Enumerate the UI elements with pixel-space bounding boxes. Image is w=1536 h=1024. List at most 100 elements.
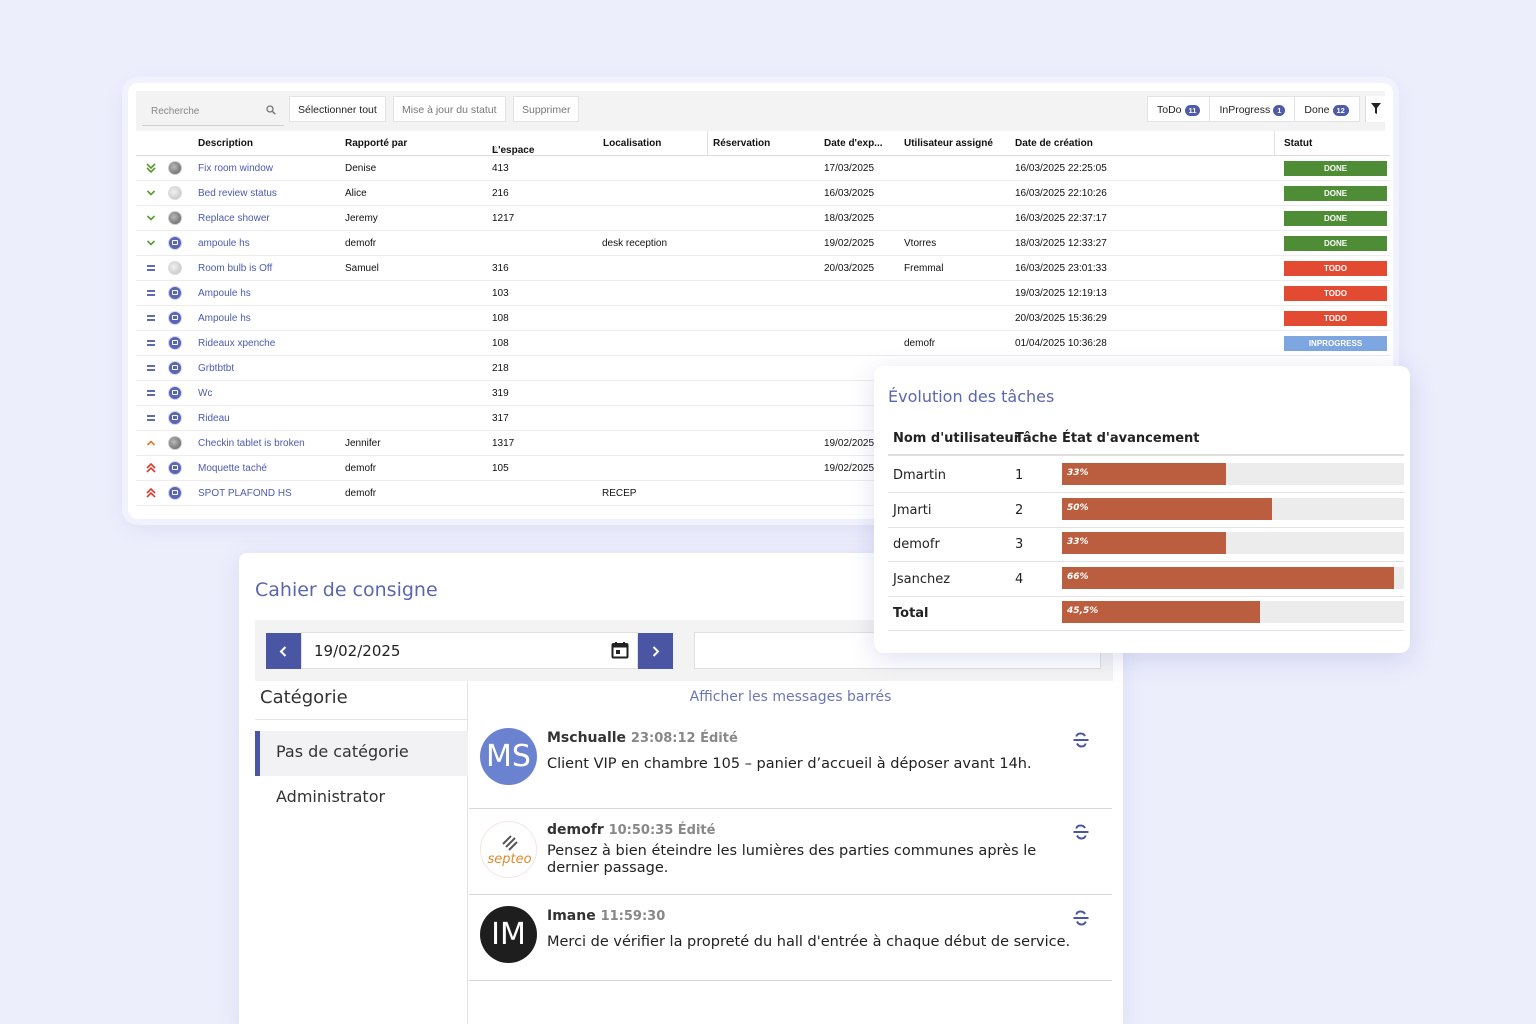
- strikethrough-icon[interactable]: [1072, 910, 1090, 926]
- col-description[interactable]: Description: [198, 138, 253, 149]
- status-badge[interactable]: TODO: [1284, 311, 1387, 326]
- col-progress: État d'avancement: [1062, 431, 1200, 446]
- task-description[interactable]: Rideaux xpenche: [198, 338, 275, 349]
- col-location[interactable]: Localisation: [603, 138, 661, 149]
- message-header: demofr 10:50:35 Édité: [547, 822, 715, 838]
- col-reporter[interactable]: Rapporté par: [345, 138, 407, 149]
- filter-button[interactable]: [1365, 96, 1385, 122]
- priority-equals-icon: [147, 340, 155, 346]
- status-badge[interactable]: INPROGRESS: [1284, 336, 1387, 351]
- task-description[interactable]: ampoule hs: [198, 238, 250, 249]
- strikethrough-icon[interactable]: [1072, 732, 1090, 748]
- select-all-button[interactable]: Sélectionner tout: [289, 96, 386, 122]
- table-row[interactable]: Fix room window Denise 413 17/03/2025 16/03/…: [136, 156, 1390, 181]
- message-author: Imane: [547, 908, 596, 924]
- status-badge[interactable]: DONE: [1284, 161, 1387, 176]
- col-expiry[interactable]: Date d'exp...: [824, 138, 883, 149]
- tab-done[interactable]: Done 12: [1295, 97, 1357, 121]
- septeo-logo: septeo: [487, 835, 532, 867]
- status-badge[interactable]: DONE: [1284, 236, 1387, 251]
- search-input[interactable]: Recherche: [142, 96, 284, 126]
- task-description[interactable]: Moquette taché: [198, 463, 267, 474]
- date-value: 19/02/2025: [314, 642, 401, 660]
- category-sidebar: Catégorie Pas de catégorie Administrator: [255, 681, 468, 1024]
- task-description[interactable]: Checkin tablet is broken: [198, 438, 305, 449]
- message-header: Imane 11:59:30: [547, 908, 665, 924]
- col-created[interactable]: Date de création: [1015, 138, 1093, 149]
- task-expiry-date: 19/02/2025: [824, 238, 875, 249]
- task-description[interactable]: Ampoule hs: [198, 288, 251, 299]
- task-photo-thumbnail: [168, 211, 182, 225]
- image-icon: [168, 361, 182, 375]
- todo-count-badge: 11: [1184, 105, 1201, 116]
- delete-button[interactable]: Supprimer: [513, 96, 580, 122]
- task-description[interactable]: Room bulb is Off: [198, 263, 272, 274]
- task-created-date: 01/04/2025 10:36:28: [1015, 338, 1107, 349]
- task-space: 413: [492, 163, 509, 174]
- date-field[interactable]: 19/02/2025: [301, 632, 638, 669]
- task-description[interactable]: Wc: [198, 388, 212, 399]
- task-description[interactable]: SPOT PLAFOND HS: [198, 488, 292, 499]
- task-description[interactable]: Grbtbtbt: [198, 363, 234, 374]
- priority-double-chevron-down-icon: [146, 163, 156, 174]
- table-row[interactable]: Replace shower Jeremy 1217 18/03/2025 16/03/…: [136, 206, 1390, 231]
- logbook-title: Cahier de consigne: [255, 579, 438, 601]
- col-status[interactable]: Statut: [1284, 138, 1312, 149]
- calendar-icon[interactable]: [611, 641, 629, 659]
- col-reservation[interactable]: Réservation: [713, 138, 770, 149]
- table-row[interactable]: Rideaux xpenche 108 demofr 01/04/2025 10:36…: [136, 331, 1390, 356]
- status-badge[interactable]: DONE: [1284, 211, 1387, 226]
- col-assigned[interactable]: Utilisateur assigné: [904, 138, 993, 149]
- status-badge[interactable]: DONE: [1284, 186, 1387, 201]
- user-name: Jsanchez: [893, 571, 951, 587]
- category-item-none[interactable]: Pas de catégorie: [255, 731, 468, 776]
- strikethrough-icon[interactable]: [1072, 824, 1090, 840]
- tab-todo[interactable]: ToDo 11: [1148, 97, 1211, 121]
- next-day-button[interactable]: [638, 633, 673, 669]
- priority-equals-icon: [147, 365, 155, 371]
- previous-day-button[interactable]: [266, 633, 301, 669]
- task-reporter: Denise: [345, 163, 377, 174]
- priority-equals-icon: [147, 315, 155, 321]
- table-row[interactable]: Bed review status Alice 216 16/03/2025 16/03…: [136, 181, 1390, 206]
- tab-inprogress[interactable]: InProgress 1: [1210, 97, 1296, 121]
- message-item: septeo demofr 10:50:35 Édité Pensez à bi…: [469, 809, 1112, 895]
- task-photo-thumbnail: [168, 436, 182, 450]
- table-row[interactable]: ampoule hs demofr desk reception 19/02/2025…: [136, 231, 1390, 256]
- priority-double-chevron-up-icon: [146, 487, 156, 498]
- progress-label: 33%: [1067, 537, 1089, 547]
- message-text: Pensez à bien éteindre les lumières des …: [547, 843, 1037, 876]
- tab-todo-label: ToDo: [1157, 104, 1182, 116]
- task-reporter: demofr: [345, 238, 377, 249]
- table-row[interactable]: Room bulb is Off Samuel 316 20/03/2025 Fremm…: [136, 256, 1390, 281]
- table-row[interactable]: Ampoule hs 108 20/03/2025 15:36:29 TODO: [136, 306, 1390, 331]
- inprogress-count-badge: 1: [1273, 105, 1286, 116]
- image-icon: [168, 486, 182, 500]
- task-space: 316: [492, 263, 509, 274]
- evolution-row: demofr 3 33%: [888, 527, 1404, 562]
- done-count-badge: 12: [1332, 105, 1349, 116]
- show-struck-messages-link[interactable]: Afficher les messages barrés: [469, 689, 1112, 705]
- priority-chevron-up-icon: [146, 440, 156, 446]
- task-toolbar: Recherche Sélectionner tout Mise à jour …: [136, 91, 1385, 131]
- progress-fill: 66%: [1062, 566, 1394, 589]
- update-status-button[interactable]: Mise à jour du statut: [393, 96, 506, 122]
- task-description[interactable]: Ampoule hs: [198, 313, 251, 324]
- table-row[interactable]: Ampoule hs 103 19/03/2025 12:19:13 TODO: [136, 281, 1390, 306]
- task-expiry-date: 19/02/2025: [824, 438, 875, 449]
- avatar: MS: [480, 728, 537, 785]
- task-description[interactable]: Replace shower: [198, 213, 270, 224]
- category-item-administrator[interactable]: Administrator: [255, 776, 468, 821]
- task-assigned-user: Fremmal: [904, 263, 944, 274]
- task-description[interactable]: Rideau: [198, 413, 230, 424]
- message-author: demofr: [547, 822, 604, 838]
- status-badge[interactable]: TODO: [1284, 286, 1387, 301]
- status-badge[interactable]: TODO: [1284, 261, 1387, 276]
- task-description[interactable]: Fix room window: [198, 163, 273, 174]
- table-header: Description Rapporté par L'espace ⇕ Loca…: [136, 131, 1390, 156]
- task-location: desk reception: [602, 238, 668, 249]
- task-space: 105: [492, 463, 509, 474]
- search-placeholder: Recherche: [151, 106, 200, 117]
- task-description[interactable]: Bed review status: [198, 188, 277, 199]
- task-created-date: 16/03/2025 23:01:33: [1015, 263, 1107, 274]
